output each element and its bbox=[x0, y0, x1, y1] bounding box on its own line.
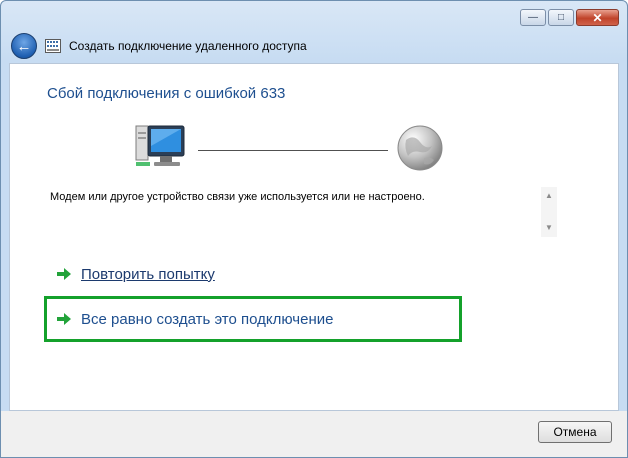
globe-icon bbox=[397, 125, 443, 171]
minimize-icon: — bbox=[528, 12, 538, 23]
scroll-down-icon[interactable]: ▼ bbox=[541, 221, 557, 235]
maximize-icon: □ bbox=[557, 12, 565, 23]
close-icon: ✕ bbox=[592, 10, 603, 25]
scroll-up-icon[interactable]: ▲ bbox=[541, 189, 557, 203]
back-arrow-icon: ← bbox=[16, 37, 32, 55]
content-panel: Сбой подключения с ошибкой 633 Модем или… bbox=[9, 63, 619, 411]
green-arrow-icon bbox=[56, 266, 74, 282]
retry-link[interactable]: Повторить попытку bbox=[56, 262, 215, 286]
error-heading: Сбой подключения с ошибкой 633 bbox=[47, 85, 286, 102]
window-title: Создать подключение удаленного доступа bbox=[69, 39, 307, 53]
create-anyway-link[interactable]: Все равно создать это подключение bbox=[56, 307, 333, 331]
computer-icon bbox=[135, 125, 185, 166]
connection-line bbox=[198, 150, 388, 151]
dialup-connection-icon bbox=[45, 39, 61, 53]
retry-link-label[interactable]: Повторить попытку bbox=[81, 266, 215, 283]
cancel-button[interactable]: Отмена bbox=[538, 421, 612, 443]
title-bar[interactable]: — □ ✕ bbox=[1, 1, 627, 33]
green-arrow-icon bbox=[56, 311, 74, 327]
dialog-window: — □ ✕ ← Создать подключение удаленного д… bbox=[0, 0, 628, 458]
maximize-button[interactable]: □ bbox=[548, 9, 574, 26]
message-scrollbar[interactable]: ▲ ▼ bbox=[541, 187, 557, 237]
navigation-bar: ← Создать подключение удаленного доступа bbox=[1, 33, 627, 63]
button-bar: Отмена bbox=[1, 411, 627, 457]
back-button[interactable]: ← bbox=[11, 33, 37, 59]
minimize-button[interactable]: — bbox=[520, 9, 546, 26]
close-button[interactable]: ✕ bbox=[576, 9, 619, 26]
create-anyway-link-label[interactable]: Все равно создать это подключение bbox=[81, 311, 333, 328]
error-message-box: Модем или другое устройство связи уже ис… bbox=[47, 187, 557, 237]
error-message: Модем или другое устройство связи уже ис… bbox=[50, 191, 425, 203]
caption-buttons: — □ ✕ bbox=[518, 9, 619, 26]
